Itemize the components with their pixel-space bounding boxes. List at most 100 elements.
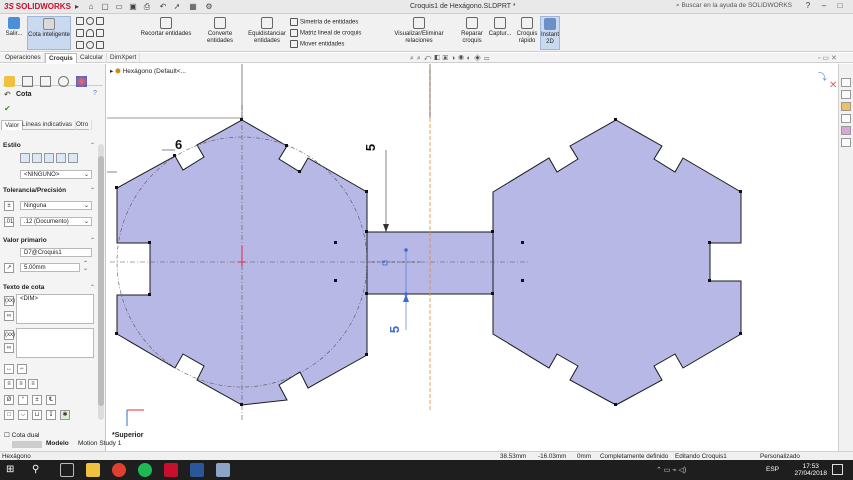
display-delete-relations-button[interactable]: Visualizar/Eliminar relaciones xyxy=(380,16,458,50)
primary-value-field[interactable]: 5.00mm xyxy=(20,263,80,272)
align-left-icon[interactable]: ≡ xyxy=(4,379,14,389)
collapse-tolerance-icon[interactable]: ⌃ xyxy=(90,187,95,194)
mirror-entities-button[interactable]: Simetría de entidades xyxy=(290,18,358,26)
counterbore-symbol-icon[interactable]: ⊔ xyxy=(32,410,42,420)
feature-manager-icon[interactable] xyxy=(4,76,15,87)
square-symbol-icon[interactable]: □ xyxy=(4,410,14,420)
zoom-fit-icon[interactable]: ⌕ xyxy=(410,55,417,62)
hide-show-icon[interactable]: ◉ xyxy=(458,55,467,62)
exit-sketch-button[interactable]: Salir... xyxy=(2,16,26,50)
windows-start-icon[interactable]: ⊞ xyxy=(6,463,20,477)
print-icon[interactable]: ⎙ xyxy=(142,2,152,12)
help-icon[interactable]: ? xyxy=(93,90,97,97)
rebuild-icon[interactable]: ▦ xyxy=(188,2,198,12)
primary-name-field[interactable]: D7@Croquis1 xyxy=(20,248,92,257)
configuration-manager-icon[interactable] xyxy=(40,76,51,87)
photos-icon[interactable] xyxy=(216,463,230,477)
linear-pattern-button[interactable]: Matriz lineal de croquis xyxy=(290,29,361,37)
display-manager-icon[interactable] xyxy=(76,76,87,87)
align-right-icon[interactable]: ≡ xyxy=(28,379,38,389)
dim-text-link-icon[interactable]: ∞ xyxy=(4,311,14,321)
file-explorer-taskbar-icon[interactable] xyxy=(86,463,100,477)
rapid-sketch-button[interactable]: Croquis rápido xyxy=(514,16,540,50)
convert-entities-button[interactable]: Converte entidades xyxy=(194,16,246,50)
rectangle-icon[interactable] xyxy=(76,29,84,37)
tab-dimxpert[interactable]: DimXpert xyxy=(107,53,141,63)
dim-text-bottom-icon[interactable]: (xx) xyxy=(4,330,15,340)
maximize-button[interactable]: □ xyxy=(832,1,848,10)
home-icon[interactable]: ⌂ xyxy=(86,2,96,12)
repair-sketch-button[interactable]: Reparar croquis xyxy=(458,16,486,50)
capture-button[interactable]: Captur... xyxy=(486,16,514,50)
centerline-symbol-icon[interactable]: ℄ xyxy=(46,395,56,405)
expand-menu-icon[interactable]: ▸ xyxy=(72,2,82,12)
custom-properties-icon[interactable] xyxy=(841,138,851,147)
language-indicator[interactable]: ESP xyxy=(766,466,779,473)
appearances-icon[interactable] xyxy=(841,126,851,135)
dimension-5-top-label[interactable]: 5 xyxy=(363,144,378,151)
solidworks-logo[interactable]: 3S SOLIDWORKS xyxy=(4,2,71,11)
new-document-icon[interactable]: ▢ xyxy=(100,2,110,12)
scene-icon[interactable]: ◈ xyxy=(474,55,484,62)
move-entities-button[interactable]: Mover entidades xyxy=(290,40,344,48)
zoom-area-icon[interactable]: ⌕ xyxy=(417,55,424,62)
smart-dimension-button[interactable]: Cota inteligente xyxy=(27,16,71,50)
design-library-icon[interactable] xyxy=(841,90,851,99)
dimension-text-top-area[interactable]: <DIM> xyxy=(16,294,94,324)
circle-icon[interactable] xyxy=(86,17,94,25)
offset-entities-button[interactable]: Equidistanciar entidades xyxy=(248,16,286,50)
tab-calcular[interactable]: Calcular xyxy=(77,53,108,63)
notifications-icon[interactable] xyxy=(832,464,843,475)
panel-scrollbar[interactable] xyxy=(98,144,104,420)
graphics-area[interactable]: 6 5 5 xyxy=(107,64,838,451)
diameter-symbol-icon[interactable]: Ø xyxy=(4,395,14,405)
dim-text-bottom-link-icon[interactable]: ∞ xyxy=(4,343,14,353)
arc-icon[interactable] xyxy=(86,29,94,37)
system-tray-icons[interactable]: ⌃ ▭ ⌁ ◁) xyxy=(656,466,686,474)
search-icon[interactable]: ⚲ xyxy=(32,463,46,477)
help-button[interactable]: ? xyxy=(800,1,816,10)
tab-operaciones[interactable]: Operaciones xyxy=(2,53,45,63)
word-icon[interactable] xyxy=(190,463,204,477)
value-spinner[interactable]: ⌃ ⌄ xyxy=(83,261,88,272)
selected-point-top[interactable] xyxy=(404,248,408,252)
dimension-6-label[interactable]: 6 xyxy=(175,137,182,152)
plusminus-symbol-icon[interactable]: ± xyxy=(32,395,42,405)
help-search-input[interactable]: ⌕ Buscar en la ayuda de SOLIDWORKS xyxy=(676,2,796,12)
view-palette-icon[interactable] xyxy=(841,114,851,123)
spline-icon[interactable] xyxy=(96,17,104,25)
right-hexagon-part[interactable] xyxy=(492,119,742,406)
dual-dimension-checkbox[interactable]: ☐ Cota dual xyxy=(4,431,39,439)
precision-select[interactable]: .12 (Documento) ⌄ xyxy=(20,217,92,226)
panel-scrollbar-thumb[interactable] xyxy=(98,156,104,406)
minimize-button[interactable]: – xyxy=(816,1,832,10)
polygon-icon[interactable] xyxy=(96,29,104,37)
task-view-icon[interactable] xyxy=(60,463,74,477)
options-icon[interactable]: ⚙ xyxy=(204,2,214,12)
file-explorer-icon[interactable] xyxy=(841,102,851,111)
tab-scroll-icon[interactable] xyxy=(12,441,42,448)
graphics-window-controls[interactable]: ▫ ▭ ✕ xyxy=(818,54,837,62)
confirmation-corner-icon[interactable]: ⤵ xyxy=(818,70,827,83)
selected-point-bottom[interactable] xyxy=(404,292,408,296)
align-center-icon[interactable]: ≡ xyxy=(16,379,26,389)
clock[interactable]: 17:53 27/04/2018 xyxy=(794,463,827,477)
style-delete-icon[interactable] xyxy=(68,153,78,163)
solidworks-taskbar-icon[interactable] xyxy=(164,463,178,477)
tolerance-type-select[interactable]: Ninguna ⌄ xyxy=(20,201,92,210)
tab-modelo[interactable]: Modelo xyxy=(46,440,69,447)
slot-icon[interactable] xyxy=(76,41,84,49)
dimxpert-manager-icon[interactable] xyxy=(58,76,69,87)
resources-icon[interactable] xyxy=(841,78,851,87)
ok-check-icon[interactable]: ✔ xyxy=(4,104,11,113)
text-icon[interactable] xyxy=(96,41,104,49)
dimension-5-bottom-label[interactable]: 5 xyxy=(387,326,402,333)
arrow-style-icon[interactable]: ↔ xyxy=(4,364,14,374)
open-icon[interactable]: ▭ xyxy=(114,2,124,12)
edit-appearance-icon[interactable]: ◐ xyxy=(467,55,474,62)
tab-motion-study[interactable]: Motion Study 1 xyxy=(78,440,121,447)
ellipse-icon[interactable] xyxy=(86,41,94,49)
style-update-icon[interactable] xyxy=(56,153,66,163)
subtab-otro[interactable]: Otro xyxy=(73,120,93,130)
collapse-dimtext-icon[interactable]: ⌃ xyxy=(90,284,95,291)
